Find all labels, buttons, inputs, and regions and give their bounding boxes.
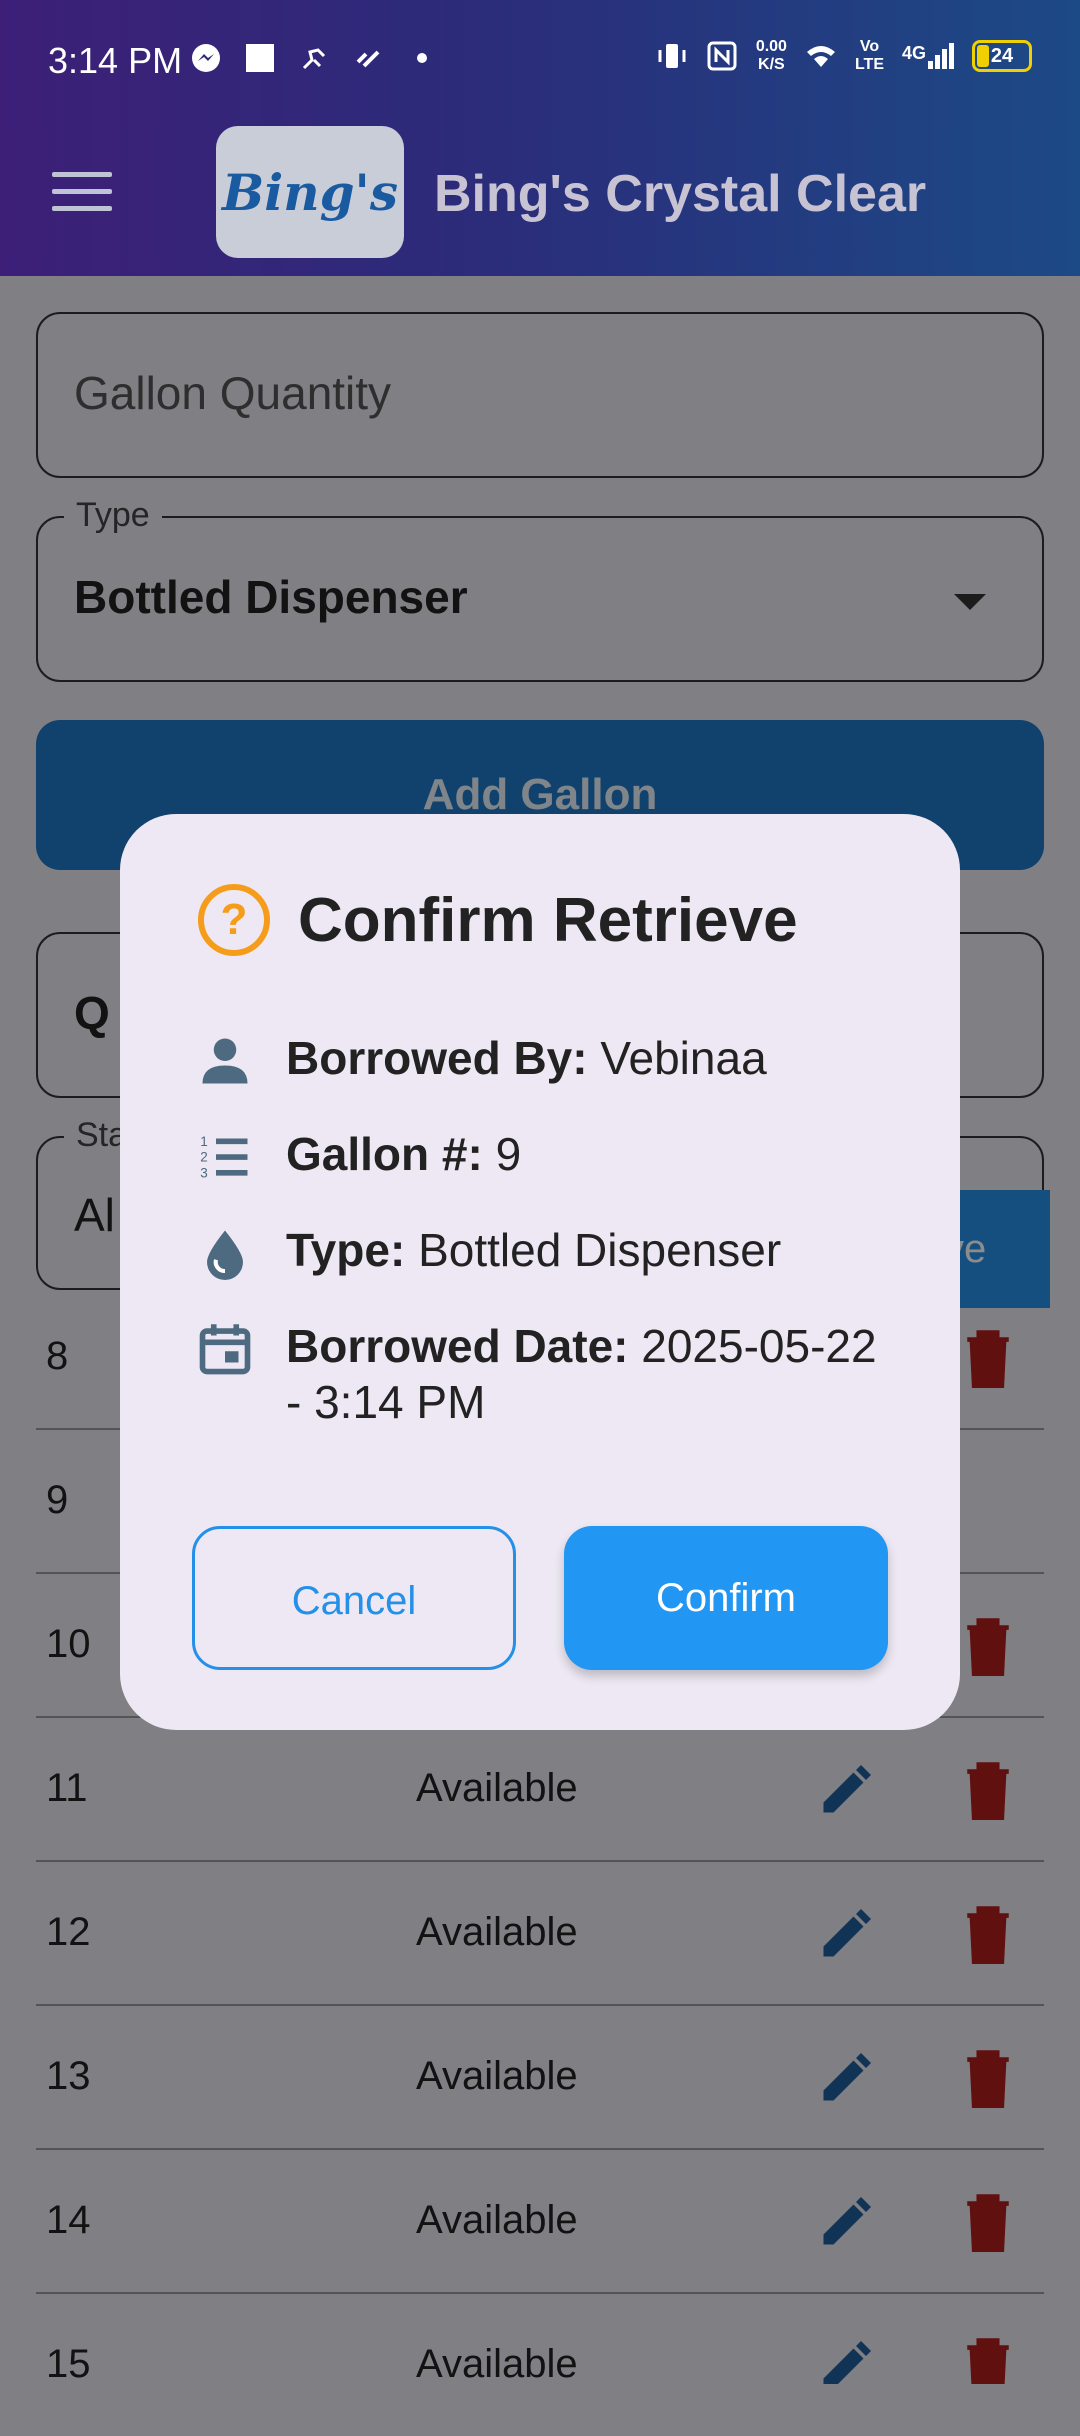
cancel-button[interactable]: Cancel	[192, 1526, 516, 1670]
net-speed: 0.00 K/S	[755, 38, 787, 73]
square-icon	[246, 44, 274, 72]
type-label: Type:	[286, 1224, 406, 1276]
borrowed-by-value: Vebinaa	[600, 1032, 767, 1084]
calendar-icon	[199, 1324, 251, 1375]
wifi-icon	[806, 46, 835, 67]
dot-icon	[417, 53, 427, 63]
confirm-button[interactable]: Confirm	[564, 1526, 888, 1670]
borrowed-by-label: Borrowed By:	[286, 1032, 588, 1084]
activity-icon	[302, 48, 326, 70]
network-type: 4G	[901, 43, 926, 63]
volte-label: Vo LTE	[854, 38, 884, 73]
signal-icon: 4G	[902, 43, 954, 69]
top-bar: 3:14 PM 0.00 K/S Vo LTE 4G 24 Bing's Bin…	[0, 0, 1080, 276]
status-bar: 3:14 PM 0.00 K/S Vo LTE 4G 24	[0, 0, 1080, 120]
borrowed-date-row: Borrowed Date: 2025-05-22 - 3:14 PM	[198, 1318, 886, 1430]
type-row: Type: Bottled Dispenser	[198, 1222, 886, 1280]
svg-text:2: 2	[200, 1150, 208, 1165]
app-bar: Bing's Bing's Crystal Clear	[0, 120, 1080, 276]
date-label: Borrowed Date:	[286, 1320, 629, 1372]
app-logo: Bing's	[216, 126, 404, 258]
battery-level: 24	[990, 44, 1014, 67]
person-icon	[202, 1038, 248, 1084]
type-value: Bottled Dispenser	[418, 1224, 782, 1276]
menu-button[interactable]	[52, 172, 112, 220]
dialog-header: ? Confirm Retrieve	[198, 884, 798, 956]
question-icon: ?	[198, 884, 270, 956]
gallon-number-row: 123 Gallon #: 9	[198, 1126, 886, 1184]
logo-text: Bing's	[221, 162, 399, 222]
gallon-value: 9	[495, 1128, 522, 1180]
system-icons: 0.00 K/S Vo LTE 4G 24	[656, 38, 1032, 74]
messenger-icon	[192, 44, 220, 72]
borrowed-by-row: Borrowed By: Vebinaa	[198, 1030, 886, 1088]
vibrate-icon	[658, 44, 686, 68]
svg-text:3: 3	[200, 1165, 208, 1180]
app-title: Bing's Crystal Clear	[434, 165, 927, 223]
status-time: 3:14 PM	[48, 40, 183, 81]
svg-text:1: 1	[200, 1134, 208, 1149]
link-icon	[356, 50, 380, 68]
confirm-retrieve-dialog: ? Confirm Retrieve Borrowed By: Vebinaa …	[120, 814, 960, 1730]
gallon-label: Gallon #:	[286, 1128, 483, 1180]
dialog-title: Confirm Retrieve	[298, 885, 798, 955]
battery-icon: 24	[972, 40, 1032, 72]
notification-icons	[190, 42, 438, 74]
water-drop-icon	[207, 1230, 243, 1280]
numbered-list-icon: 123	[200, 1134, 248, 1180]
nfc-icon	[707, 41, 737, 71]
